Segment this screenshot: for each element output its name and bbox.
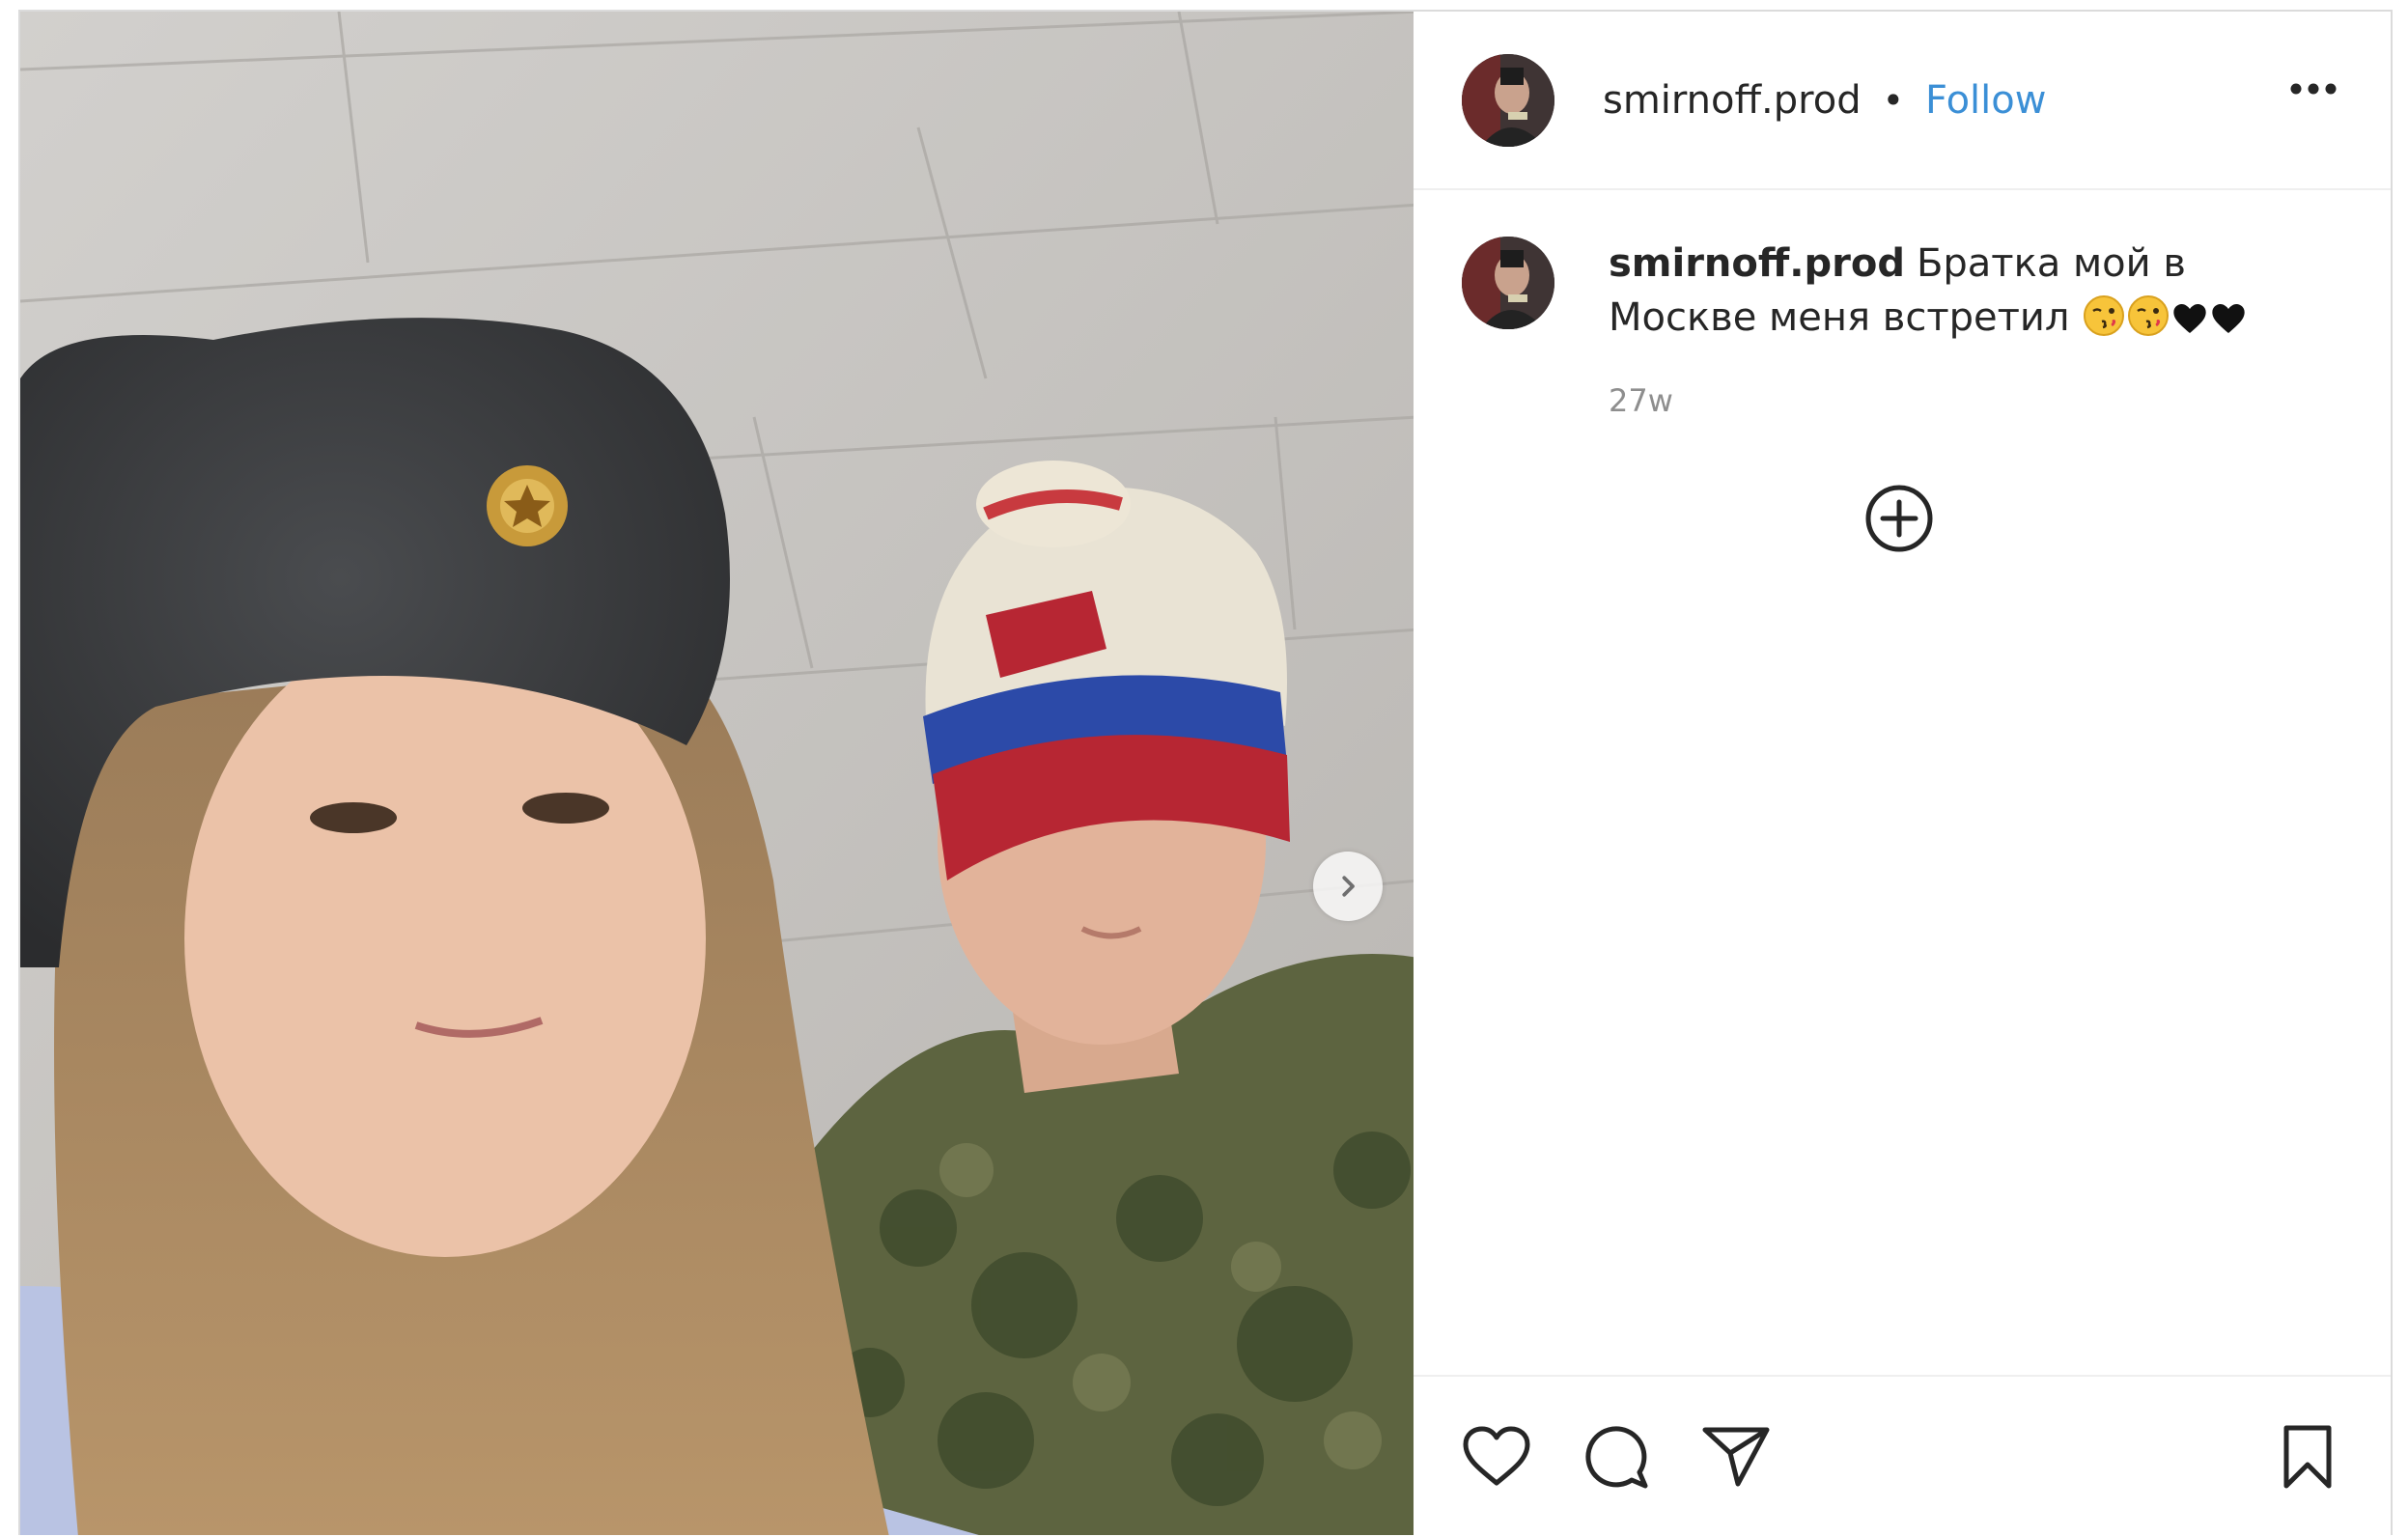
comment-button[interactable] <box>1582 1422 1651 1492</box>
header-username[interactable]: smirnoff.prod <box>1603 78 1862 123</box>
avatar[interactable] <box>1462 53 1554 147</box>
plus-circle-icon <box>1865 485 1933 552</box>
separator-dot: • <box>1882 78 1904 122</box>
more-options-button[interactable] <box>2289 81 2338 99</box>
black-heart-emoji <box>2170 298 2209 352</box>
post-dialog: smirnoff.prod • Follow smirnoff.prod Бра… <box>18 10 2393 1535</box>
post-side-panel: smirnoff.prod • Follow smirnoff.prod Бра… <box>1414 12 2391 1535</box>
black-heart-emoji <box>2209 298 2248 352</box>
bookmark-icon <box>2283 1425 2332 1489</box>
caption: smirnoff.prod Братка мой в Москве меня вс… <box>1609 237 2342 428</box>
caption-username[interactable]: smirnoff.prod <box>1609 241 1905 286</box>
caption-block: smirnoff.prod Братка мой в Москве меня вс… <box>1414 190 2391 428</box>
caption-avatar[interactable] <box>1462 237 1554 329</box>
chevron-right-icon <box>1342 876 1355 897</box>
follow-button[interactable]: Follow <box>1925 78 2046 123</box>
load-more-comments-button[interactable] <box>1863 483 1935 558</box>
like-button[interactable] <box>1462 1425 1531 1489</box>
post-media[interactable] <box>20 12 1414 1535</box>
heart-icon <box>1463 1426 1530 1486</box>
kissing-face-emoji <box>2126 293 2170 352</box>
send-icon <box>1702 1427 1770 1487</box>
post-header: smirnoff.prod • Follow <box>1414 12 2391 190</box>
post-actions-bar <box>1414 1375 2391 1537</box>
comment-icon <box>1585 1426 1648 1489</box>
post-time[interactable]: 27w <box>1609 374 2342 428</box>
avatar-image <box>1462 237 1554 329</box>
save-button[interactable] <box>2281 1424 2335 1490</box>
share-button[interactable] <box>1701 1424 1771 1490</box>
post-photo <box>20 12 1414 1535</box>
kissing-face-emoji <box>2082 293 2126 352</box>
avatar-image <box>1462 53 1554 147</box>
more-options-icon <box>2290 83 2337 95</box>
next-media-button[interactable] <box>1313 852 1383 921</box>
